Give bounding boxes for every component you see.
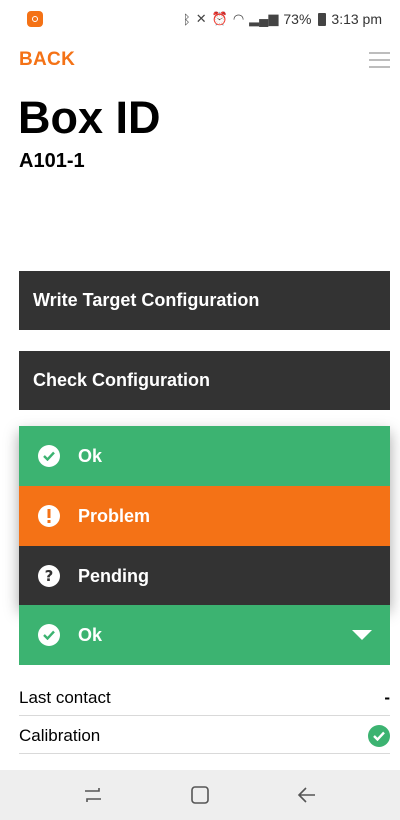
last-contact-value: - <box>384 687 390 707</box>
question-circle-icon: ? <box>38 565 60 587</box>
system-nav-bar <box>0 770 400 820</box>
mute-icon: ✕ <box>195 11 207 26</box>
exclamation-circle-icon <box>38 505 60 527</box>
last-contact-label: Last contact <box>19 687 111 707</box>
caret-down-icon[interactable] <box>352 630 372 640</box>
bluetooth-icon: ᛒ <box>182 11 191 27</box>
check-configuration-button[interactable]: Check Configuration <box>19 351 390 410</box>
status-option-problem[interactable]: Problem <box>19 486 390 546</box>
status-option-label: Ok <box>78 445 103 466</box>
battery-icon <box>318 12 327 26</box>
alarm-icon: ⏰ <box>211 11 228 26</box>
write-target-configuration-button[interactable]: Write Target Configuration <box>19 271 390 330</box>
last-contact-row: Last contact - <box>19 680 390 716</box>
status-icons: ᛒ ✕ ⏰ ◠ ▂▄▆ 73% 3:13 pm <box>183 11 382 27</box>
wifi-icon: ◠ <box>232 11 245 26</box>
check-circle-icon <box>38 624 60 646</box>
clock: 3:13 pm <box>331 11 382 27</box>
status-option-label: Pending <box>78 565 149 586</box>
app-notification-icon <box>27 11 43 27</box>
status-select[interactable]: Ok <box>19 605 390 665</box>
check-circle-icon <box>368 724 390 747</box>
check-circle-icon <box>38 445 60 467</box>
page-title: Box ID <box>18 92 161 143</box>
calibration-label: Calibration <box>19 725 101 745</box>
status-select-value: Ok <box>78 624 103 645</box>
app-bar: BACK <box>0 40 400 80</box>
signal-icon: ▂▄▆ <box>249 11 279 26</box>
back-arrow-icon[interactable] <box>282 775 332 815</box>
status-option-label: Problem <box>78 505 151 526</box>
back-button[interactable]: BACK <box>19 49 75 71</box>
box-id-value: A101-1 <box>19 150 85 172</box>
recents-icon[interactable] <box>68 775 118 815</box>
status-option-pending[interactable]: ? Pending <box>19 546 390 606</box>
battery-percent: 73% <box>283 11 312 27</box>
home-icon[interactable] <box>175 775 225 815</box>
status-bar: ᛒ ✕ ⏰ ◠ ▂▄▆ 73% 3:13 pm <box>0 0 400 38</box>
calibration-row: Calibration <box>19 718 390 754</box>
hamburger-menu-icon[interactable] <box>369 52 390 68</box>
status-option-ok[interactable]: Ok <box>19 426 390 486</box>
